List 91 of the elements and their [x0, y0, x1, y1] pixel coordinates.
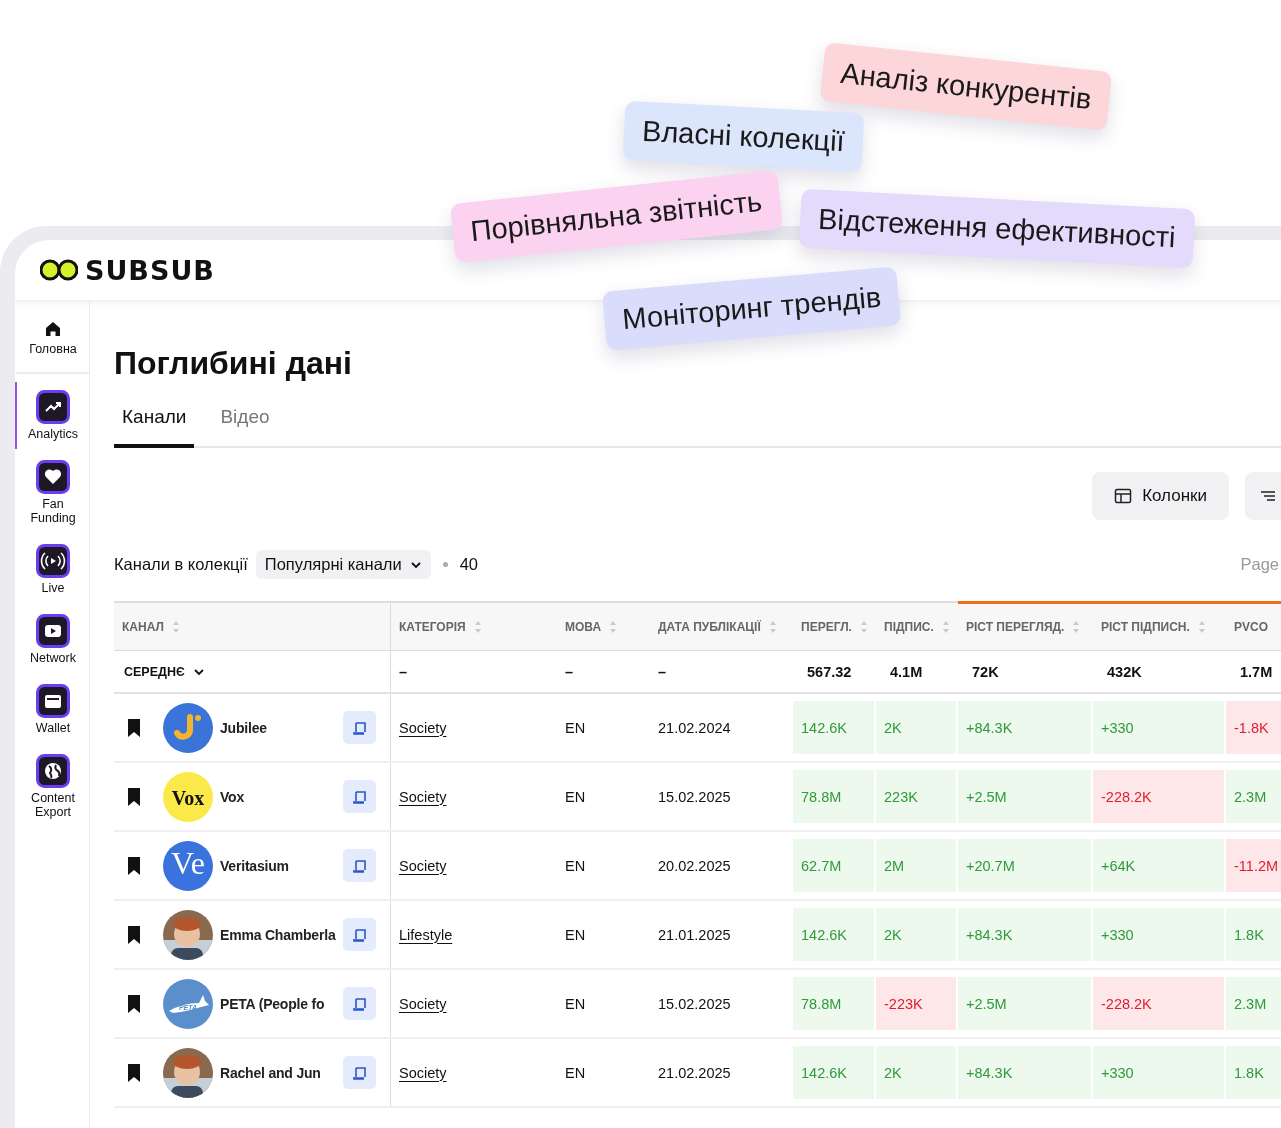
metric-cell: 2K [876, 701, 956, 754]
date-cell: 21.02.2024 [658, 719, 731, 736]
language-cell: EN [565, 1064, 586, 1081]
average-value: 567.32 [807, 663, 852, 680]
column-header[interactable]: ПІДПИС. [876, 603, 958, 650]
metric-cell: 2K [876, 908, 956, 961]
feature-tag: Власні колекції [622, 100, 865, 173]
metric-cell: 1.8K [1226, 908, 1281, 961]
page-label: Page [1240, 555, 1279, 574]
average-value: 432K [1107, 663, 1142, 680]
column-header[interactable]: КАНАЛ [114, 603, 391, 650]
collection-dropdown[interactable]: Популярні канали [255, 550, 431, 579]
average-value: – [658, 663, 667, 680]
average-value: – [399, 663, 408, 680]
metric-cell: +20.7M [958, 839, 1091, 892]
sidebar-item[interactable]: Analytics [15, 382, 89, 449]
sidebar-item[interactable]: Fan Funding [15, 452, 89, 533]
column-header[interactable]: КАТЕГОРІЯ [391, 603, 557, 650]
metric-cell: -223K [876, 977, 956, 1030]
metric-cell: 78.8M [793, 770, 874, 823]
average-value: 72K [972, 663, 999, 680]
channel-name[interactable]: Vox [220, 788, 343, 805]
column-header[interactable]: ПЕРЕГЛ. [793, 603, 876, 650]
language-cell: EN [565, 926, 586, 943]
metric-cell: 2.3M [1226, 977, 1281, 1030]
collection-label: Канали в колекції [114, 555, 248, 574]
metric-cell: +84.3K [958, 1046, 1091, 1099]
sidebar-item[interactable]: Wallet [15, 676, 89, 743]
metric-cell: +330 [1093, 908, 1224, 961]
metric-cell: +2.5M [958, 977, 1091, 1030]
metric-cell: 2M [876, 839, 956, 892]
sidebar-item[interactable]: Головна [15, 301, 89, 374]
channel-name[interactable]: Veritasium [220, 857, 343, 874]
metric-cell: 142.6K [793, 701, 874, 754]
channel-name[interactable]: Rachel and Jun [220, 1064, 343, 1081]
metric-cell: -228.2K [1093, 977, 1224, 1030]
metric-cell: -11.2M [1226, 839, 1281, 892]
category-link[interactable]: Society [399, 719, 447, 736]
metric-cell: +64K [1093, 839, 1224, 892]
metric-cell: 1.8K [1226, 1046, 1281, 1099]
metric-cell: +84.3K [958, 908, 1091, 961]
metric-cell: +330 [1093, 701, 1224, 754]
page-title: Поглибині дані [114, 345, 353, 382]
language-cell: EN [565, 857, 586, 874]
metric-cell: 142.6K [793, 908, 874, 961]
date-cell: 21.01.2025 [658, 926, 731, 943]
channel-name[interactable]: PETA (People fo [220, 995, 343, 1012]
metric-cell: -228.2K [1093, 770, 1224, 823]
average-dropdown[interactable]: СЕРЕДНЄ [122, 664, 207, 679]
metric-cell: +84.3K [958, 701, 1091, 754]
category-link[interactable]: Lifestyle [399, 926, 453, 943]
metric-cell: 223K [876, 770, 956, 823]
date-cell: 20.02.2025 [658, 857, 731, 874]
tab[interactable]: Відео [212, 398, 278, 448]
date-cell: 21.02.2025 [658, 1064, 731, 1081]
column-header[interactable]: МОВА [557, 603, 650, 650]
language-cell: EN [565, 788, 586, 805]
columns-button[interactable]: Колонки [1092, 472, 1229, 520]
sidebar-item[interactable]: Content Export [15, 746, 89, 827]
column-header[interactable]: PVCO [1226, 601, 1281, 650]
category-link[interactable]: Society [399, 995, 447, 1012]
date-cell: 15.02.2025 [658, 788, 731, 805]
logo-text: SUBSUB [85, 254, 215, 286]
language-cell: EN [565, 719, 586, 736]
metric-cell: +330 [1093, 1046, 1224, 1099]
sidebar-item[interactable]: Live [15, 536, 89, 603]
metric-cell: 2K [876, 1046, 956, 1099]
channel-logo: Vox [163, 771, 213, 822]
channel-logo: Ve [163, 840, 213, 891]
channel-name[interactable]: Emma Chamberla [220, 926, 343, 943]
metric-cell: 142.6K [793, 1046, 874, 1099]
channel-count: 40 [459, 555, 478, 574]
tab[interactable]: Канали [114, 398, 195, 448]
language-cell: EN [565, 995, 586, 1012]
average-value: 4.1M [890, 663, 923, 680]
average-value: – [565, 663, 574, 680]
metric-cell: 78.8M [793, 977, 874, 1030]
column-header[interactable]: ДАТА ПУБЛІКАЦІЇ [650, 603, 793, 650]
category-link[interactable]: Society [399, 788, 447, 805]
date-cell: 15.02.2025 [658, 995, 731, 1012]
category-link[interactable]: Society [399, 1064, 447, 1081]
sidebar-item[interactable]: Network [15, 606, 89, 673]
metric-cell: 2.3M [1226, 770, 1281, 823]
column-header[interactable]: РІСТ ПІДПИСН. [1093, 601, 1226, 650]
metric-cell: -1.8K [1226, 701, 1281, 754]
channel-name[interactable]: Jubilee [220, 719, 343, 736]
metric-cell: 62.7M [793, 839, 874, 892]
metric-cell: +2.5M [958, 770, 1091, 823]
column-header[interactable]: РІСТ ПЕРЕГЛЯД. [958, 601, 1093, 650]
average-value: 1.7M [1240, 663, 1273, 680]
category-link[interactable]: Society [399, 857, 447, 874]
